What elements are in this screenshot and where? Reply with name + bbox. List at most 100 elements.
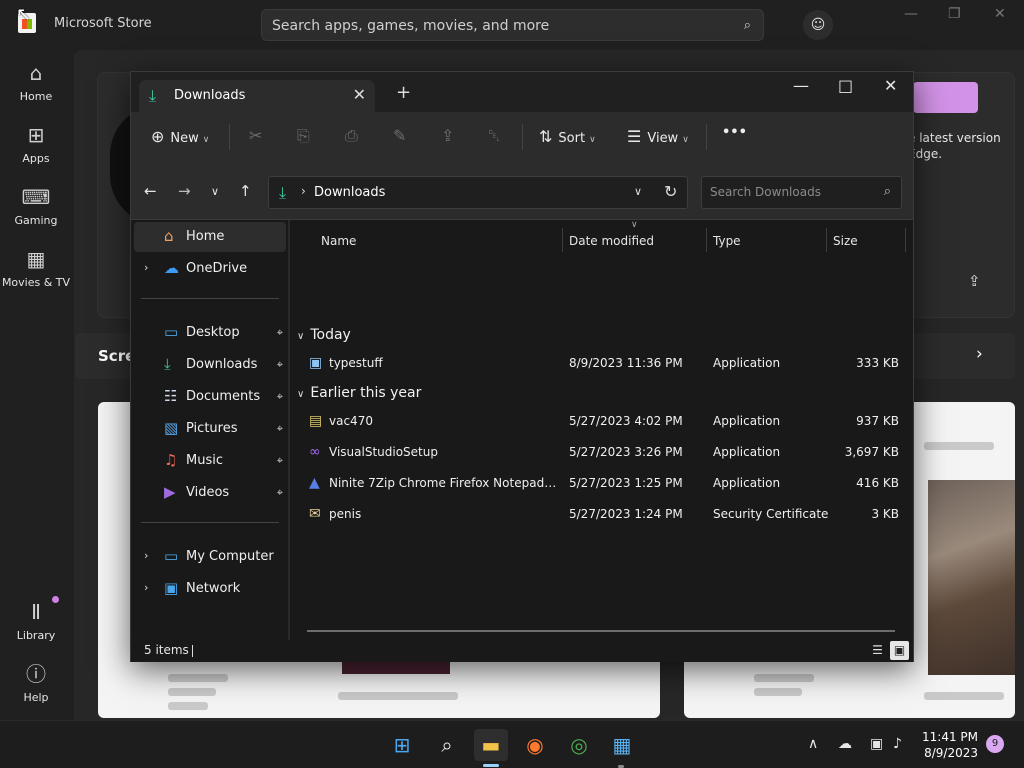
address-bar[interactable]: ⤓ › Downloads ∨ ↻ (268, 176, 688, 209)
close-tab-icon[interactable]: ✕ (353, 85, 366, 104)
sidebar-item-desktop[interactable]: ▭ Desktop ⌖ (134, 318, 286, 348)
collapse-chevron-icon[interactable]: ∨ (297, 389, 304, 400)
view-button[interactable]: ☰ View ∨ (627, 127, 689, 146)
copy-icon[interactable]: ⎘ (297, 126, 310, 146)
back-arrow-icon[interactable]: ← (144, 182, 157, 200)
sidebar-item-music[interactable]: ♫ Music ⌖ (134, 446, 286, 476)
address-dropdown-icon[interactable]: ∨ (634, 185, 642, 198)
tab-downloads[interactable]: ⤓ Downloads ✕ (139, 80, 375, 112)
pin-icon[interactable]: ⌖ (277, 422, 283, 436)
chevron-up-icon[interactable]: ∧ (808, 736, 818, 752)
expand-chevron-icon[interactable]: › (144, 581, 148, 594)
sidebar-item-home[interactable]: ⌂ Home (134, 222, 286, 252)
minimize-icon[interactable]: — (793, 76, 809, 95)
column-divider[interactable] (826, 228, 827, 252)
file-row[interactable]: ▣ typestuff 8/9/2023 11:36 PM Applicatio… (291, 349, 913, 379)
file-explorer-icon[interactable]: ▬ (474, 729, 508, 761)
column-type[interactable]: Type (713, 234, 741, 248)
more-options-button[interactable]: ••• (722, 125, 747, 140)
sidebar-item-downloads[interactable]: ⤓ Downloads ⌖ (134, 350, 286, 380)
nav-library[interactable]: Ⅱ Library (0, 599, 72, 642)
notification-badge[interactable]: 9 (986, 735, 1004, 753)
pin-icon[interactable]: ⌖ (277, 390, 283, 404)
nav-home[interactable]: ⌂ Home (0, 60, 72, 103)
column-size[interactable]: Size (833, 234, 858, 248)
search-icon[interactable]: ⌕ (884, 184, 891, 199)
sidebar-label: OneDrive (186, 261, 248, 276)
expand-chevron-icon[interactable]: › (144, 549, 148, 562)
new-tab-icon[interactable]: + (396, 82, 411, 103)
column-divider[interactable] (905, 228, 906, 252)
store-search-box[interactable]: Search apps, games, movies, and more ⌕ (261, 9, 764, 41)
sidebar-label: Desktop (186, 325, 240, 340)
file-row[interactable]: ▲ Ninite 7Zip Chrome Firefox Notepad Ins… (291, 469, 913, 499)
breadcrumb-downloads[interactable]: Downloads (314, 185, 385, 200)
clock[interactable]: 11:41 PM 8/9/2023 (922, 729, 978, 761)
refresh-icon[interactable]: ↻ (664, 182, 677, 201)
sidebar-item-my-computer[interactable]: › ▭ My Computer (134, 542, 286, 572)
new-button[interactable]: ⊕ New ∨ (151, 127, 209, 146)
nav-help[interactable]: ⓘ Help (0, 661, 72, 704)
breadcrumb-chevron-icon[interactable]: › (301, 184, 306, 198)
forward-arrow-icon[interactable]: → (178, 182, 191, 200)
column-name[interactable]: Name (321, 234, 356, 248)
network-icon[interactable]: ▣ (870, 736, 883, 752)
pin-icon[interactable]: ⌖ (277, 358, 283, 372)
store-icon[interactable]: ▦ (605, 729, 639, 761)
share-icon[interactable]: ⇪ (968, 272, 981, 290)
start-windows-icon[interactable]: ⊞ (385, 729, 419, 761)
sidebar-item-videos[interactable]: ▶ Videos ⌖ (134, 478, 286, 508)
account-icon[interactable]: ☺ (803, 10, 833, 40)
close-icon[interactable]: ✕ (884, 76, 897, 95)
collapse-chevron-icon[interactable]: ∨ (297, 331, 304, 342)
nav-apps-label: Apps (22, 152, 50, 165)
chrome-icon[interactable]: ◎ (562, 729, 596, 761)
pane-splitter[interactable] (288, 220, 290, 640)
column-divider[interactable] (562, 228, 563, 252)
volume-icon[interactable]: ♪ (893, 736, 902, 752)
file-row[interactable]: ✉ penis 5/27/2023 1:24 PM Security Certi… (291, 500, 913, 530)
cut-icon[interactable]: ✂ (249, 126, 262, 145)
pin-icon[interactable]: ⌖ (277, 454, 283, 468)
sidebar-item-onedrive[interactable]: › ☁ OneDrive (134, 254, 286, 284)
minimize-icon[interactable]: — (904, 6, 918, 22)
maximize-icon[interactable]: ❐ (948, 6, 961, 22)
horizontal-scrollbar[interactable] (307, 630, 895, 632)
onedrive-offline-icon[interactable]: ☁ (838, 736, 852, 752)
search-downloads-input[interactable]: Search Downloads ⌕ (701, 176, 902, 209)
nav-apps[interactable]: ⊞ Apps (0, 122, 72, 165)
sort-button[interactable]: ⇅ Sort ∨ (539, 127, 596, 146)
recent-locations-icon[interactable]: ∨ (211, 185, 219, 198)
gamepad-icon: ⌨ (21, 185, 51, 209)
delete-icon[interactable]: ␡ (488, 126, 501, 146)
tiles-view-icon[interactable]: ▣ (890, 641, 909, 660)
sidebar-item-pictures[interactable]: ▧ Pictures ⌖ (134, 414, 286, 444)
nav-gaming[interactable]: ⌨ Gaming (0, 184, 72, 227)
share-icon[interactable]: ⇪ (441, 126, 454, 145)
store-titlebar: Microsoft Store Search apps, games, movi… (0, 0, 1024, 50)
close-icon[interactable]: ✕ (994, 6, 1006, 22)
firefox-icon[interactable]: ◉ (518, 729, 552, 761)
nav-help-label: Help (23, 691, 49, 704)
group-today[interactable]: ∨ Today (297, 327, 351, 343)
file-row[interactable]: ▤ vac470 5/27/2023 4:02 PM Application 9… (291, 407, 913, 437)
hero-button[interactable] (913, 82, 978, 113)
pin-icon[interactable]: ⌖ (277, 486, 283, 500)
search-icon[interactable]: ⌕ (430, 729, 464, 761)
paste-icon[interactable]: ⎙ (345, 126, 358, 146)
expand-chevron-icon[interactable]: › (144, 261, 148, 274)
sidebar-item-network[interactable]: › ▣ Network (134, 574, 286, 604)
sidebar-item-documents[interactable]: ☷ Documents ⌖ (134, 382, 286, 412)
column-divider[interactable] (706, 228, 707, 252)
column-date-modified[interactable]: Date modified (569, 234, 654, 248)
nav-movies[interactable]: ▦ Movies & TV (0, 246, 72, 289)
maximize-icon[interactable]: □ (838, 76, 853, 95)
pin-icon[interactable]: ⌖ (277, 326, 283, 340)
rename-icon[interactable]: ✎ (393, 126, 406, 145)
chevron-right-icon[interactable]: › (976, 344, 983, 364)
file-row[interactable]: ∞ VisualStudioSetup 5/27/2023 3:26 PM Ap… (291, 438, 913, 468)
up-arrow-icon[interactable]: ↑ (239, 182, 252, 200)
search-icon[interactable]: ⌕ (744, 18, 751, 33)
details-view-icon[interactable]: ☰ (868, 641, 887, 660)
group-earlier-this-year[interactable]: ∨ Earlier this year (297, 385, 421, 401)
